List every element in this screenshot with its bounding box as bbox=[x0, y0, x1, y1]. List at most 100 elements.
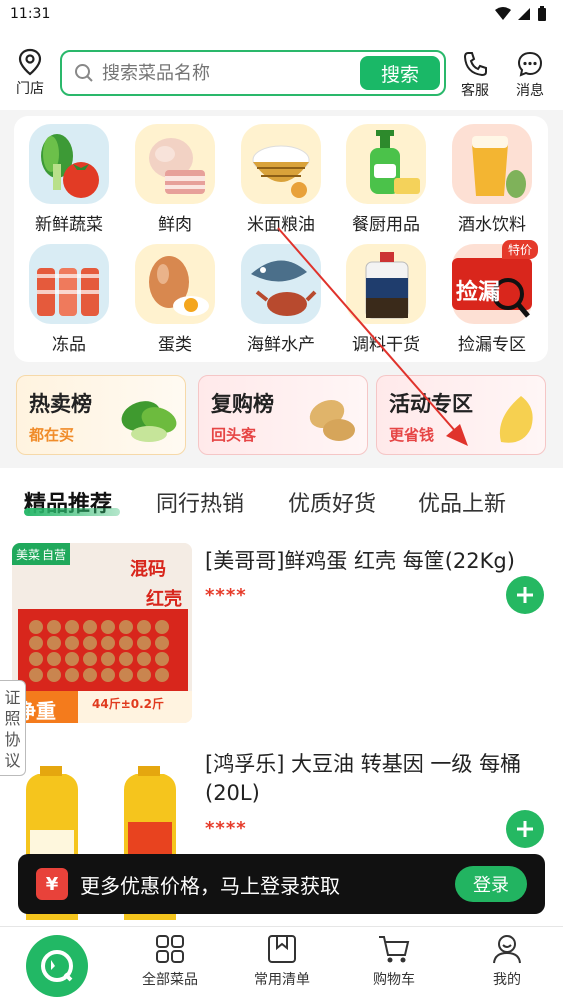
category-label: 酒水饮料 bbox=[458, 215, 526, 235]
status-icons bbox=[495, 6, 547, 22]
category-meat[interactable]: 鲜肉 bbox=[125, 124, 225, 235]
rice-icon bbox=[241, 124, 321, 204]
product-name: [鸿孚乐] 大豆油 转基因 一级 每桶(20L) bbox=[205, 752, 522, 805]
ranking-subtitle: 都在买 bbox=[29, 426, 75, 444]
product-card[interactable]: 美菜 自营 混码 红壳 净重 44斤±0.2斤 [美哥哥]鲜鸡蛋 红壳 每筐(2… bbox=[0, 543, 563, 733]
product-tabs: 精品推荐 同行热销 优质好货 优品上新 bbox=[0, 468, 563, 530]
category-label: 新鲜蔬菜 bbox=[35, 215, 103, 235]
category-vegetables[interactable]: 新鲜蔬菜 bbox=[19, 124, 119, 235]
signal-icon bbox=[518, 8, 530, 20]
nav-cart[interactable]: 购物车 bbox=[354, 933, 434, 989]
home-logo-icon bbox=[41, 950, 73, 982]
tab-peer-hot[interactable]: 同行热销 bbox=[156, 486, 244, 518]
product-image: 美菜 自营 混码 红壳 净重 44斤±0.2斤 bbox=[12, 543, 192, 723]
ranking-title: 热卖榜 bbox=[29, 392, 92, 416]
nav-all-dishes[interactable]: 全部菜品 bbox=[130, 933, 210, 989]
category-label: 冻品 bbox=[52, 335, 86, 355]
cart-icon bbox=[379, 936, 410, 963]
plus-icon bbox=[517, 821, 533, 837]
nav-frequent-list[interactable]: 常用清单 bbox=[242, 933, 322, 989]
category-kitchen-supplies[interactable]: 餐厨用品 bbox=[336, 124, 436, 235]
search-icon bbox=[75, 64, 93, 82]
category-seasoning[interactable]: 调料干货 bbox=[336, 244, 436, 355]
nav-label: 常用清单 bbox=[254, 972, 310, 988]
beverage-icon bbox=[452, 124, 532, 204]
image-weight: 44斤±0.2斤 bbox=[92, 697, 165, 711]
repurchase-ranking[interactable]: 复购榜 回头客 bbox=[198, 375, 368, 455]
hot-sale-ranking[interactable]: 热卖榜 都在买 bbox=[16, 375, 186, 455]
category-label: 蛋类 bbox=[158, 335, 192, 355]
ranking-title: 活动专区 bbox=[389, 392, 473, 416]
category-label: 调料干货 bbox=[352, 335, 420, 355]
oil-splash-icon bbox=[499, 396, 533, 443]
home-button[interactable] bbox=[26, 935, 88, 997]
bargain-image-text: 捡漏 bbox=[456, 280, 501, 305]
promotion-zone[interactable]: 活动专区 更省钱 bbox=[376, 375, 546, 455]
certificate-agreement-tab[interactable]: 证照协议 bbox=[0, 680, 26, 776]
category-seafood[interactable]: 海鲜水产 bbox=[231, 244, 331, 355]
nav-label: 全部菜品 bbox=[142, 972, 198, 988]
kitchen-supplies-icon bbox=[346, 124, 426, 204]
ranking-title: 复购榜 bbox=[211, 392, 274, 416]
bottom-navigation: 全部菜品 常用清单 购物车 我的 bbox=[0, 926, 563, 1001]
ranking-subtitle: 更省钱 bbox=[389, 426, 435, 444]
grid-icon bbox=[156, 935, 184, 963]
bargain-icon: 捡漏 特价 bbox=[452, 240, 538, 324]
frozen-food-icon bbox=[29, 244, 109, 324]
bok-choy-icon bbox=[121, 401, 177, 442]
category-rice-flour-oil[interactable]: 米面粮油 bbox=[231, 124, 331, 235]
egg-icon bbox=[135, 244, 215, 324]
special-price-badge: 特价 bbox=[501, 240, 538, 259]
product-price: **** bbox=[205, 585, 247, 606]
search-button[interactable]: 搜索 bbox=[360, 56, 440, 90]
rankings-row: 热卖榜 都在买 复购榜 回头客 活动专区 更省钱 bbox=[0, 375, 563, 459]
category-grid: 新鲜蔬菜 鲜肉 米面粮油 餐厨用品 酒水饮料 冻品 蛋类 海鲜水产 调料干货 捡… bbox=[14, 116, 548, 362]
add-to-cart-button[interactable] bbox=[506, 576, 544, 614]
potato-icon bbox=[309, 399, 355, 441]
product-name: [美哥哥]鲜鸡蛋 红壳 每筐(22Kg) bbox=[205, 549, 515, 573]
category-label: 鲜肉 bbox=[158, 215, 192, 235]
product-price: **** bbox=[205, 818, 247, 839]
category-eggs[interactable]: 蛋类 bbox=[125, 244, 225, 355]
tab-new-arrivals[interactable]: 优品上新 bbox=[418, 486, 506, 518]
nav-profile[interactable]: 我的 bbox=[467, 933, 547, 989]
category-bargain[interactable]: 捡漏 特价 捡漏专区 bbox=[442, 240, 542, 355]
coupon-icon: ¥ bbox=[36, 868, 68, 900]
meat-icon bbox=[135, 124, 215, 204]
login-promo-banner: ¥ 更多优惠价格，马上登录获取 登录 bbox=[18, 854, 545, 914]
status-bar: 11:31 bbox=[0, 0, 563, 28]
user-icon bbox=[493, 935, 521, 964]
tab-quality-goods[interactable]: 优质好货 bbox=[288, 486, 376, 518]
login-button[interactable]: 登录 bbox=[455, 866, 527, 902]
vegetables-icon bbox=[29, 124, 109, 204]
header: 门店 搜索 客服 消息 bbox=[0, 28, 563, 110]
customer-service-button[interactable]: 客服 bbox=[455, 50, 495, 100]
image-badge-self: 自营 bbox=[42, 548, 67, 562]
category-frozen-food[interactable]: 冻品 bbox=[19, 244, 119, 355]
store-button[interactable]: 门店 bbox=[12, 48, 48, 98]
nav-label: 购物车 bbox=[373, 972, 415, 988]
phone-icon bbox=[463, 52, 487, 77]
location-pin-icon bbox=[18, 48, 42, 76]
category-label: 餐厨用品 bbox=[352, 215, 420, 235]
category-label: 捡漏专区 bbox=[458, 335, 526, 355]
messages-button[interactable]: 消息 bbox=[510, 50, 550, 100]
store-label: 门店 bbox=[16, 81, 44, 97]
ranking-subtitle: 回头客 bbox=[211, 426, 257, 444]
seasoning-icon bbox=[346, 244, 426, 324]
add-to-cart-button[interactable] bbox=[506, 810, 544, 848]
wifi-icon bbox=[495, 7, 511, 20]
customer-service-label: 客服 bbox=[461, 83, 489, 99]
active-tab-indicator bbox=[24, 508, 120, 516]
image-tag-red-shell: 红壳 bbox=[146, 589, 182, 610]
plus-icon bbox=[517, 587, 533, 603]
status-time: 11:31 bbox=[10, 6, 51, 22]
image-tag-mixed: 混码 bbox=[130, 559, 166, 580]
message-bubble-icon bbox=[517, 51, 543, 77]
category-label: 米面粮油 bbox=[247, 215, 315, 235]
category-beverages[interactable]: 酒水饮料 bbox=[442, 124, 542, 235]
image-badge-brand: 美菜 bbox=[16, 548, 41, 562]
search-bar: 搜索 bbox=[60, 50, 446, 96]
battery-icon bbox=[538, 6, 546, 21]
messages-label: 消息 bbox=[516, 83, 544, 99]
